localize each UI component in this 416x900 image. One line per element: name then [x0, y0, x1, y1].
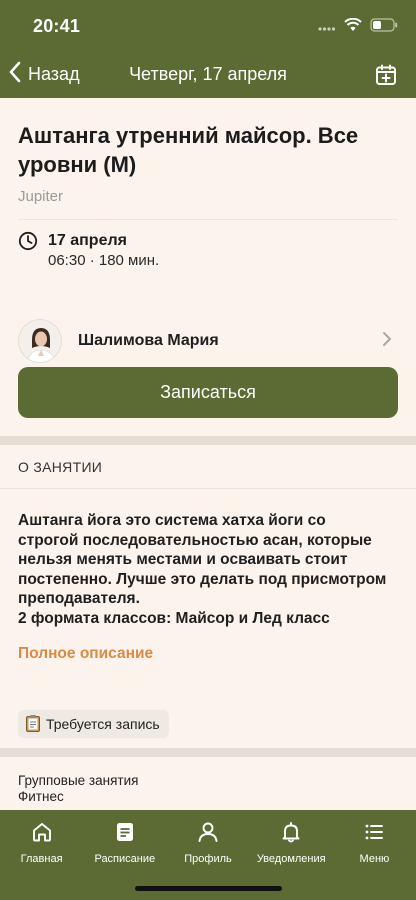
chevron-right-icon — [382, 330, 392, 353]
add-to-calendar-button[interactable] — [374, 63, 398, 87]
clock-icon — [18, 231, 38, 251]
about-line: строгой последовательностью асан, которы… — [18, 531, 372, 549]
full-description-link[interactable]: Полное описание — [0, 628, 416, 663]
category-item: Групповые занятия — [18, 773, 139, 788]
tab-home[interactable]: Главная — [0, 820, 83, 870]
event-details: Аштанга утренний майсор. Все уровни (М) … — [0, 98, 416, 810]
event-card: Аштанга утренний майсор. Все уровни (М) … — [0, 98, 416, 436]
status-icons — [318, 17, 398, 37]
battery-icon — [370, 18, 398, 37]
category-item: Фитнес — [18, 789, 64, 804]
section-separator — [0, 436, 416, 445]
about-line: постепенно. Лучше это делать под присмот… — [18, 570, 387, 588]
home-indicator[interactable] — [135, 886, 282, 891]
categories: Групповые занятия Фитнес — [0, 757, 416, 810]
signal-icon — [318, 19, 336, 37]
tab-label: Главная — [20, 853, 63, 865]
calendar-add-icon — [374, 64, 398, 91]
teacher-name: Шалимова Мария — [78, 332, 219, 349]
tab-label: Меню — [359, 853, 390, 865]
event-date: 17 апреля — [48, 232, 127, 249]
about-heading: О ЗАНЯТИИ — [18, 459, 103, 475]
tab-menu[interactable]: Меню — [333, 820, 416, 870]
status-bar: 20:41 — [0, 0, 416, 52]
status-time: 20:41 — [33, 16, 81, 36]
event-location: Jupiter — [18, 188, 64, 205]
wifi-icon — [344, 17, 362, 37]
home-icon — [30, 820, 54, 849]
tab-label: Расписание — [94, 853, 156, 865]
tab-schedule[interactable]: Расписание — [83, 820, 166, 870]
signup-required-badge: Требуется запись — [18, 710, 169, 738]
about-line: Аштанга йога это система хатха йоги со — [18, 512, 326, 529]
profile-icon — [196, 820, 220, 849]
schedule-icon — [113, 820, 137, 849]
tab-label: Уведомления — [256, 853, 326, 865]
top-bar: 20:41 Назад Четверг, 17 апреля — [0, 0, 416, 98]
tab-profile[interactable]: Профиль — [166, 820, 249, 870]
divider — [18, 219, 398, 220]
page-title: Четверг, 17 апреля — [129, 64, 287, 84]
teacher-row[interactable]: Шалимова Мария — [18, 315, 398, 367]
event-title: Аштанга утренний майсор. Все уровни (М) — [18, 123, 359, 177]
event-schedule: 17 апреля 06:30 · 180 мин. — [18, 231, 398, 291]
tab-bar: Главная Расписание Профиль Уведомления М… — [0, 810, 416, 900]
event-time-duration: 06:30 · 180 мин. — [48, 252, 160, 269]
section-separator — [0, 748, 416, 757]
about-text: Аштанга йога это система хатха йоги со с… — [0, 489, 416, 628]
nav-bar: Назад Четверг, 17 апреля — [0, 52, 416, 98]
about-line: нельзя менять местами и осваивать стоит — [18, 551, 348, 568]
tab-notifications[interactable]: Уведомления — [250, 820, 333, 870]
menu-icon — [362, 820, 386, 849]
clipboard-icon — [25, 714, 41, 735]
signup-required-label: Требуется запись — [46, 716, 160, 732]
signup-button[interactable]: Записаться — [18, 367, 398, 418]
tab-label: Профиль — [184, 853, 232, 865]
bell-icon — [279, 820, 303, 849]
teacher-avatar — [18, 319, 62, 363]
about-line: 2 формата классов: Майсор и Лед класс — [18, 609, 330, 627]
about-line: преподавателя. — [18, 590, 140, 607]
